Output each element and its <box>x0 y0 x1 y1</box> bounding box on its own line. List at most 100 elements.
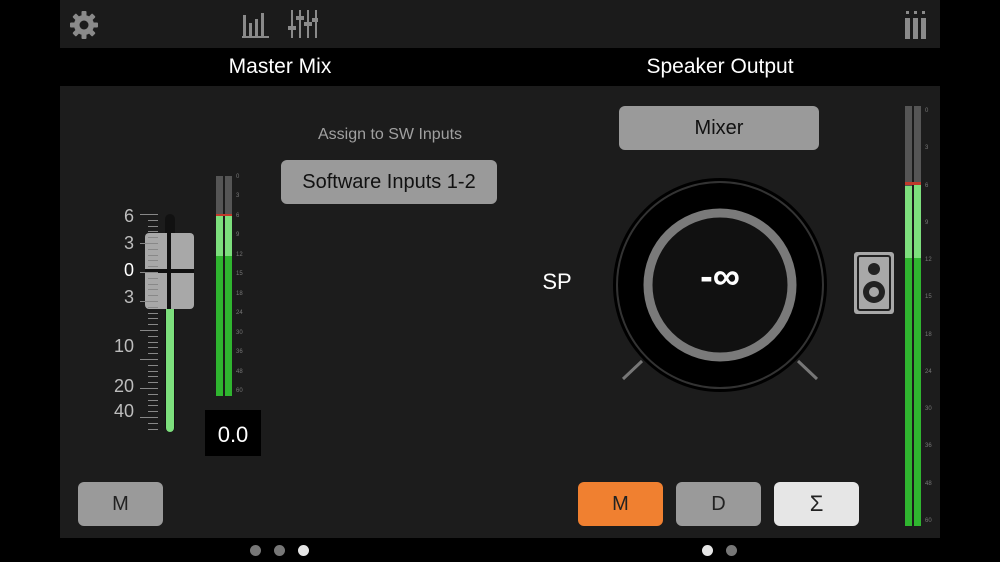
meter-tick-label: 15 <box>236 271 243 278</box>
fader-tick <box>148 295 158 297</box>
meter-tick-label: 48 <box>236 368 243 375</box>
fader-scale-label: 3 <box>123 287 134 307</box>
fader-scale-label: 20 <box>113 376 134 396</box>
meter-tick-label: 12 <box>925 257 932 264</box>
fader-scale-label: 3 <box>123 233 134 253</box>
fader-tick <box>148 393 158 395</box>
speaker-icon[interactable] <box>854 252 894 314</box>
speaker-mono-sum-button[interactable]: Σ <box>774 482 859 526</box>
meter-tick-label: 3 <box>236 193 240 200</box>
page-dot-left[interactable] <box>250 545 261 556</box>
fader-tick <box>148 364 158 366</box>
sp-label: SP <box>542 269 572 294</box>
fader-tick <box>148 428 158 430</box>
fader-tick <box>148 277 158 279</box>
fader-tick <box>148 312 158 314</box>
fader-tick <box>148 248 158 250</box>
gear-icon[interactable] <box>68 9 100 41</box>
meter-tick-label: 36 <box>236 349 243 356</box>
fader-tick <box>148 341 158 343</box>
fader-tick <box>148 306 158 308</box>
page-dot-left-active[interactable] <box>298 545 309 556</box>
meter-tick-label: 6 <box>925 182 929 189</box>
knob-value-text: -∞ <box>700 256 740 298</box>
fader-scale-label: 0 <box>123 260 134 280</box>
speaker-dim-button[interactable]: D <box>676 482 761 526</box>
fader-scale-label: 6 <box>123 206 134 226</box>
meter-tick-label: 30 <box>236 329 243 336</box>
fader-tick <box>140 214 158 215</box>
fader-tick <box>148 335 158 337</box>
mixer-source-button[interactable]: Mixer <box>619 106 819 150</box>
fader-tick <box>148 376 158 378</box>
fader-handle[interactable] <box>145 233 194 309</box>
speaker-mute-button[interactable]: M <box>578 482 663 526</box>
fader-scale-label: 10 <box>113 336 134 356</box>
meter-tick-label: 24 <box>236 310 243 317</box>
meter-tick-label: 0 <box>925 108 929 114</box>
meter-tick-label: 15 <box>925 294 932 301</box>
meter-tick-label: 6 <box>236 212 240 219</box>
top-toolbar <box>60 0 940 48</box>
peak-indicator <box>216 214 232 216</box>
meter-tick-label: 3 <box>925 145 929 152</box>
fader-tick <box>148 347 158 349</box>
meter-fill-right <box>225 256 232 396</box>
fader-tick <box>140 272 158 273</box>
meter-tick-label: 60 <box>925 518 932 524</box>
assign-label: Assign to SW Inputs <box>317 126 463 143</box>
meter-tick-label: 9 <box>925 219 929 226</box>
fader-tick <box>148 219 158 221</box>
fader-tick <box>148 237 158 239</box>
fader-tick <box>148 353 158 355</box>
fader-tick <box>148 266 158 268</box>
fader-scale-label: 40 <box>113 401 134 421</box>
meter-tick-label: 18 <box>236 290 243 297</box>
fader-tick <box>140 301 158 302</box>
meter-fill-right <box>914 258 921 526</box>
fader-tick <box>140 243 158 244</box>
meter-tick-label: 12 <box>236 251 243 258</box>
fader-value-text: 0.0 <box>217 422 249 447</box>
meter-tick-label: 24 <box>925 368 932 375</box>
meter-bars-icon[interactable] <box>242 9 270 39</box>
fader-tick <box>148 382 158 384</box>
meter-tick-label: 9 <box>236 232 240 239</box>
meter-tick-label: 36 <box>925 443 932 450</box>
page-dot-right-active[interactable] <box>702 545 713 556</box>
speaker-output-panel: Mixer SP -∞ M D Σ 0 3 6 9 12 15 18 24 30 36 <box>500 86 940 538</box>
assign-sw-inputs-button[interactable]: Software Inputs 1-2 <box>281 160 497 204</box>
fader-tick <box>148 405 158 407</box>
fader-tick <box>148 283 158 285</box>
meter-tick-label: 0 <box>236 174 240 180</box>
fader-tick <box>140 388 158 389</box>
master-level-meter <box>216 176 234 396</box>
fader-tick <box>148 422 158 424</box>
fader-tick <box>140 417 158 418</box>
master-mute-button[interactable]: M <box>78 482 163 526</box>
fader-tick <box>148 231 158 233</box>
speaker-level-meter <box>905 106 923 526</box>
fader-tick <box>148 225 158 227</box>
page-dot-left[interactable] <box>274 545 285 556</box>
master-mix-panel: 6 3 0 3 10 20 40 0.0 Assign to SW Inputs… <box>60 86 500 538</box>
fader-tick <box>148 399 158 401</box>
meter-tick-label: 18 <box>925 331 932 338</box>
master-mix-header: Master Mix <box>60 48 500 86</box>
meter-tick-label: 48 <box>925 480 932 487</box>
fader-tick <box>148 289 158 291</box>
peak-indicator <box>905 182 921 185</box>
channel-strips-icon[interactable] <box>904 10 928 40</box>
fader-tick <box>148 318 158 320</box>
fader-tick <box>148 324 158 326</box>
fader-sliders-icon[interactable] <box>288 8 318 40</box>
fader-tick <box>148 254 158 256</box>
meter-tick-label: 60 <box>236 388 243 394</box>
page-dot-right[interactable] <box>726 545 737 556</box>
meter-fill-left <box>216 256 223 396</box>
fader-level-fill <box>166 296 174 432</box>
meter-tick-label: 30 <box>925 406 932 413</box>
meter-fill-left <box>905 258 912 526</box>
speaker-output-header: Speaker Output <box>500 48 940 86</box>
fader-tick <box>140 359 158 360</box>
